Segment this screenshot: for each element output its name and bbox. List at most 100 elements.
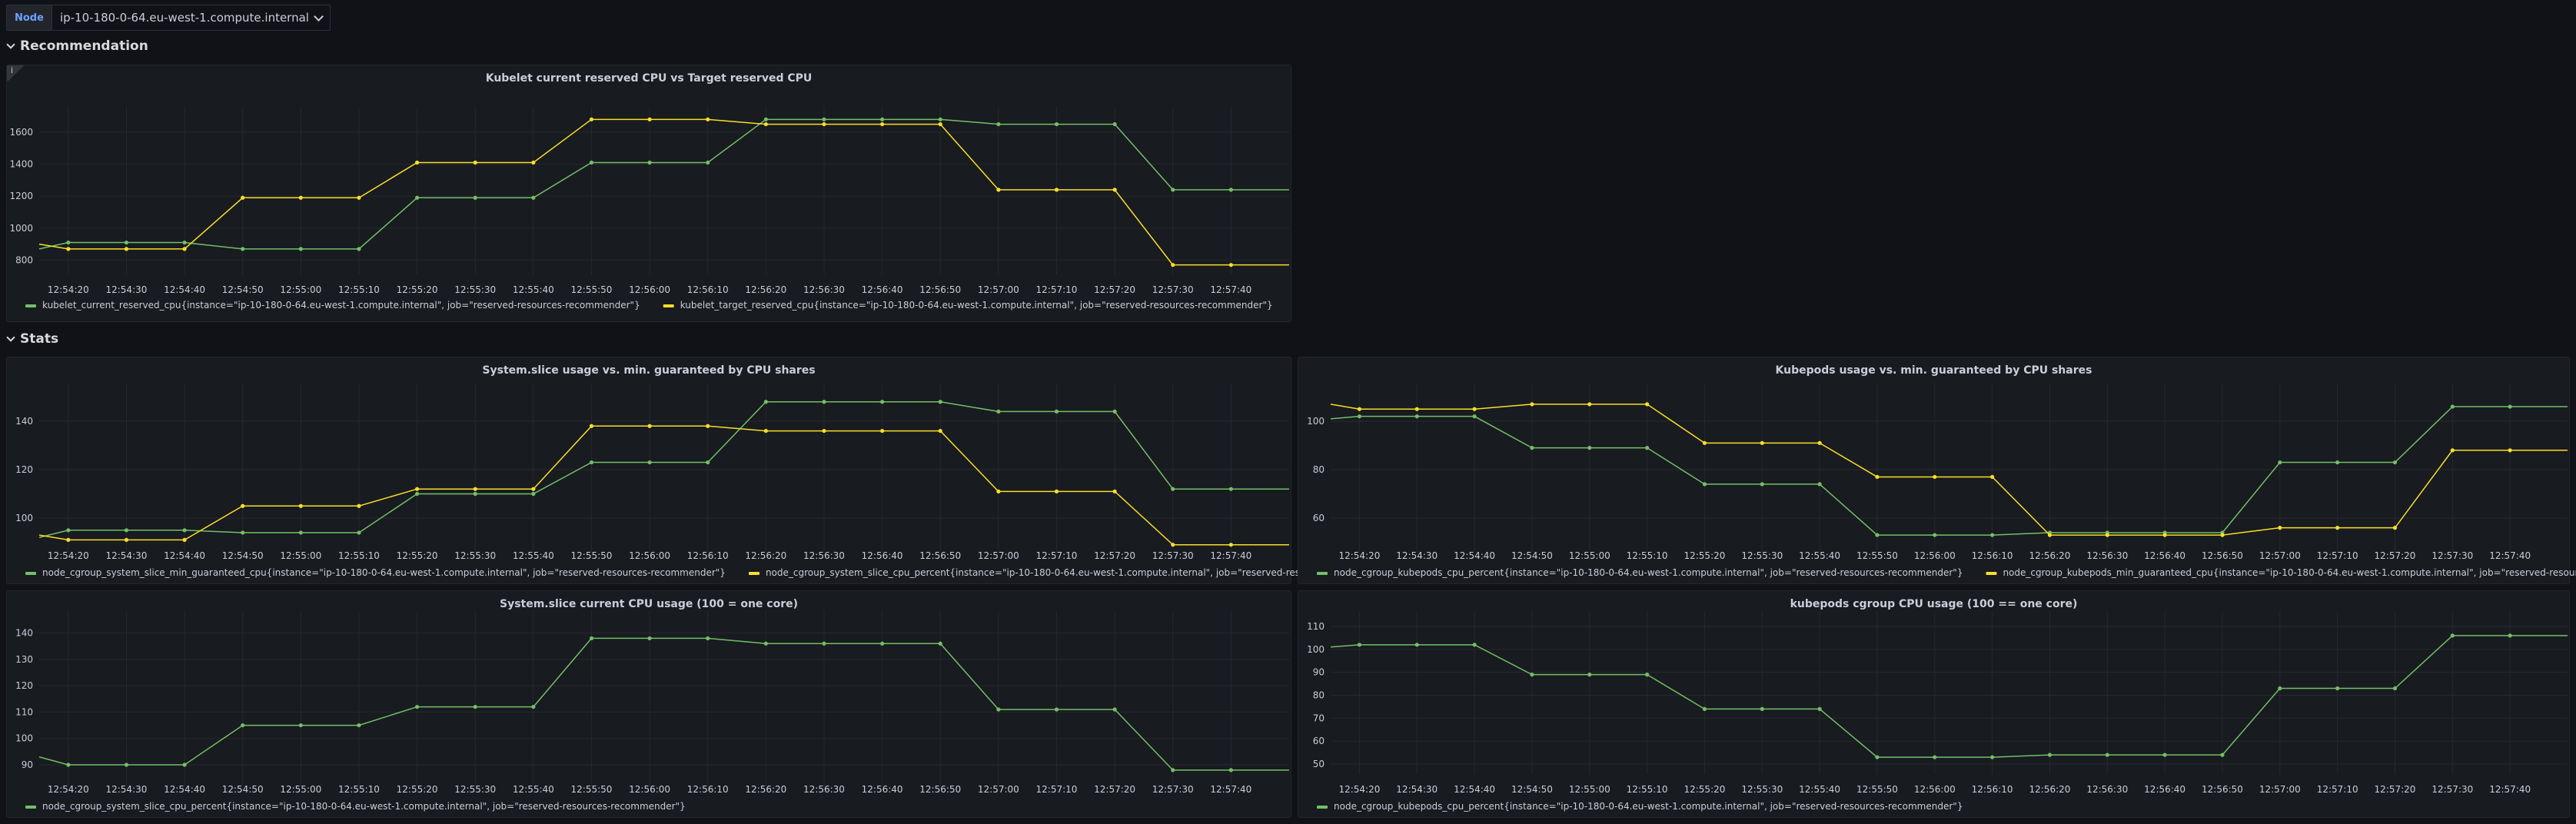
data-point[interactable] (1990, 474, 1995, 480)
data-point[interactable] (880, 121, 885, 127)
legend-swatch[interactable] (25, 806, 36, 809)
data-point[interactable] (1530, 402, 1534, 407)
data-point[interactable] (589, 424, 594, 428)
data-point[interactable] (1414, 414, 1419, 419)
data-point[interactable] (647, 636, 652, 641)
legend-item[interactable]: node_cgroup_kubepods_cpu_percent{instanc… (1334, 567, 1963, 578)
data-point[interactable] (1228, 768, 1233, 772)
data-point[interactable] (473, 491, 477, 497)
data-point[interactable] (1472, 407, 1477, 411)
legend-swatch[interactable] (663, 304, 674, 307)
data-point[interactable] (996, 121, 1001, 127)
data-point[interactable] (763, 428, 768, 434)
data-point[interactable] (938, 428, 942, 434)
data-point[interactable] (1875, 474, 1880, 480)
data-point[interactable] (473, 160, 477, 165)
data-point[interactable] (706, 636, 710, 641)
legend-swatch[interactable] (25, 572, 36, 575)
data-point[interactable] (1645, 446, 1650, 450)
data-point[interactable] (647, 460, 652, 465)
data-point[interactable] (1933, 533, 1937, 537)
data-point[interactable] (241, 530, 245, 535)
data-point[interactable] (706, 117, 710, 121)
data-point[interactable] (763, 121, 768, 127)
series-line-1[interactable] (38, 425, 1289, 546)
data-point[interactable] (1933, 474, 1937, 480)
data-point[interactable] (589, 160, 594, 165)
data-point[interactable] (1587, 402, 1592, 407)
data-point[interactable] (1357, 414, 1362, 419)
data-point[interactable] (1587, 446, 1592, 450)
data-point[interactable] (1112, 409, 1117, 414)
data-point[interactable] (880, 400, 885, 404)
data-point[interactable] (1702, 482, 1707, 487)
data-point[interactable] (473, 704, 477, 709)
data-point[interactable] (298, 723, 303, 728)
data-point[interactable] (1472, 414, 1477, 419)
data-point[interactable] (1530, 673, 1534, 677)
data-point[interactable] (531, 160, 536, 165)
data-point[interactable] (124, 537, 129, 542)
data-point[interactable] (2105, 753, 2109, 757)
data-point[interactable] (182, 247, 187, 251)
chart-svg[interactable]: 60 80 100 12:54:20 12:54:30 12:54:40 12:54:50 1… (1298, 357, 2576, 583)
data-point[interactable] (66, 247, 71, 251)
data-point[interactable] (531, 195, 536, 200)
data-point[interactable] (2450, 633, 2455, 638)
data-point[interactable] (1171, 768, 1175, 772)
legend-swatch[interactable] (1317, 806, 1328, 809)
data-point[interactable] (1414, 643, 1419, 647)
data-point[interactable] (1645, 402, 1650, 407)
data-point[interactable] (880, 428, 885, 434)
legend-item[interactable]: kubelet_current_reserved_cpu{instance="i… (42, 300, 640, 311)
data-point[interactable] (589, 636, 594, 641)
data-point[interactable] (2335, 686, 2340, 691)
data-point[interactable] (880, 117, 885, 121)
data-point[interactable] (124, 528, 129, 533)
data-point[interactable] (822, 121, 826, 127)
data-point[interactable] (2392, 460, 2398, 465)
node-variable-select[interactable]: ip-10-180-0-64.eu-west-1.compute.interna… (52, 5, 331, 31)
data-point[interactable] (1228, 263, 1233, 267)
data-point[interactable] (822, 400, 826, 404)
data-point[interactable] (938, 117, 942, 121)
data-point[interactable] (124, 247, 129, 251)
data-point[interactable] (298, 195, 303, 200)
data-point[interactable] (1228, 543, 1233, 547)
data-point[interactable] (1054, 707, 1059, 712)
data-point[interactable] (2278, 686, 2282, 691)
data-point[interactable] (2105, 533, 2109, 537)
data-point[interactable] (357, 503, 361, 508)
data-point[interactable] (763, 117, 768, 121)
data-point[interactable] (996, 489, 1001, 493)
data-point[interactable] (2335, 460, 2340, 465)
data-point[interactable] (2162, 533, 2167, 537)
data-point[interactable] (298, 530, 303, 535)
data-point[interactable] (880, 641, 885, 646)
data-point[interactable] (1702, 440, 1707, 445)
data-point[interactable] (531, 491, 536, 497)
data-point[interactable] (473, 487, 477, 491)
data-point[interactable] (124, 240, 129, 245)
legend-swatch[interactable] (1986, 572, 1997, 575)
data-point[interactable] (1645, 673, 1650, 677)
data-point[interactable] (1414, 407, 1419, 411)
data-point[interactable] (1760, 440, 1764, 445)
data-point[interactable] (938, 641, 942, 646)
data-point[interactable] (1054, 409, 1059, 414)
data-point[interactable] (2392, 686, 2398, 691)
data-point[interactable] (357, 195, 361, 200)
legend-swatch[interactable] (748, 572, 760, 575)
data-point[interactable] (298, 503, 303, 508)
data-point[interactable] (2278, 460, 2282, 465)
data-point[interactable] (1587, 673, 1592, 677)
data-point[interactable] (414, 491, 420, 497)
data-point[interactable] (763, 641, 768, 646)
data-point[interactable] (1933, 755, 1937, 759)
data-point[interactable] (589, 117, 594, 121)
data-point[interactable] (1702, 706, 1707, 712)
data-point[interactable] (1875, 533, 1880, 537)
data-point[interactable] (1760, 482, 1764, 487)
data-point[interactable] (1171, 263, 1175, 267)
row-recommendation[interactable]: Recommendation (6, 38, 148, 54)
